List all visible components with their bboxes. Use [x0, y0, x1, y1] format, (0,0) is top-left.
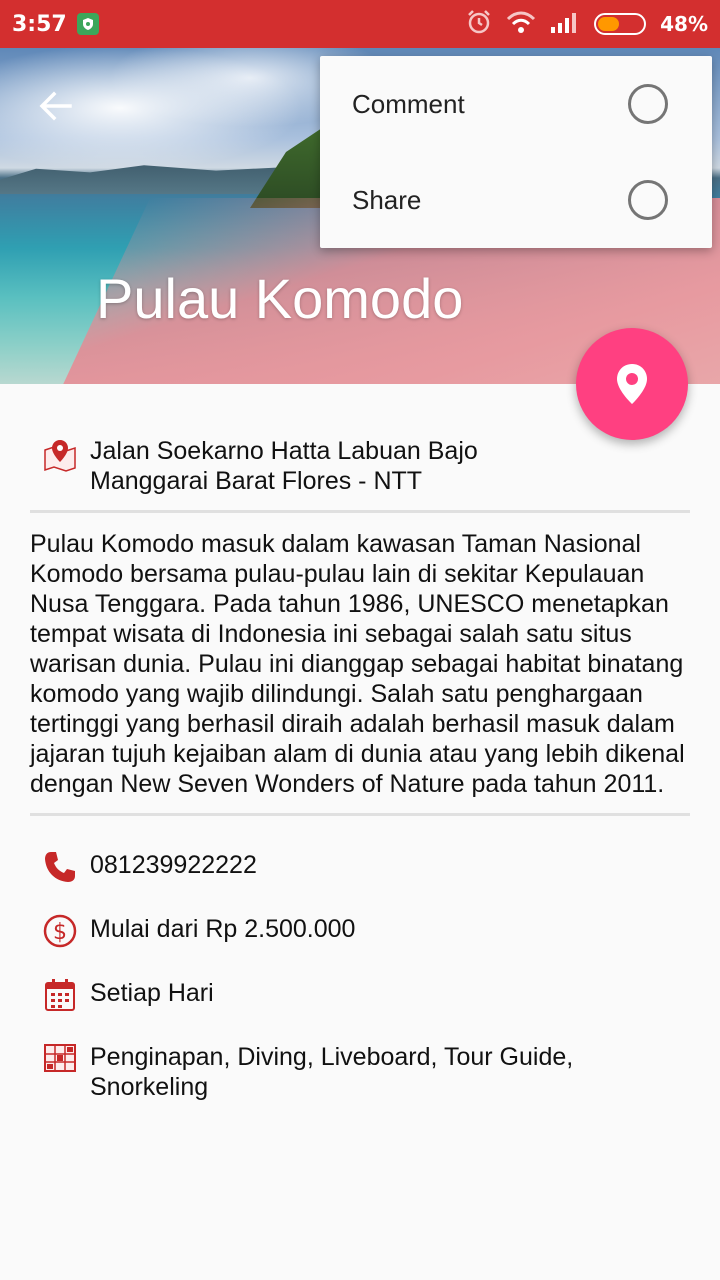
description: Pulau Komodo masuk dalam kawasan Taman N…: [30, 530, 685, 798]
map-pin-icon: [30, 436, 90, 472]
schedule-text: Setiap Hari: [90, 979, 214, 1007]
location-pin-icon: [617, 364, 647, 404]
phone-icon: [30, 850, 90, 884]
battery-fill: [598, 17, 620, 31]
svg-text:$: $: [53, 920, 67, 945]
comment-radio[interactable]: [628, 84, 668, 124]
status-time: 3:57: [12, 11, 67, 37]
facilities-row: Penginapan, Diving, Liveboard, Tour Guid…: [30, 1042, 690, 1102]
page-title: Pulau Komodo: [96, 267, 464, 330]
status-bar: 3:57 48%: [0, 0, 720, 48]
alarm-icon: [466, 9, 492, 39]
facilities-text: Penginapan, Diving, Liveboard, Tour Guid…: [90, 1043, 574, 1101]
back-button[interactable]: [34, 84, 78, 128]
battery-percent: 48%: [660, 12, 708, 36]
schedule-row: Setiap Hari: [30, 978, 690, 1012]
menu-item-label: Share: [352, 184, 422, 215]
battery-icon: [594, 13, 647, 35]
signal-icon: [550, 11, 580, 37]
price-row: $ Mulai dari Rp 2.500.000: [30, 914, 690, 948]
detail-content: Jalan Soekarno Hatta Labuan Bajo Manggar…: [30, 436, 690, 1132]
price-text: Mulai dari Rp 2.500.000: [90, 915, 356, 943]
arrow-back-icon: [39, 91, 72, 121]
info-list: 081239922222 $ Mulai dari Rp 2.500.000 S…: [30, 850, 690, 1102]
address-row: Jalan Soekarno Hatta Labuan Bajo Manggar…: [30, 436, 690, 496]
map-location-button[interactable]: [576, 328, 688, 440]
share-radio[interactable]: [628, 180, 668, 220]
shield-icon: [76, 13, 99, 35]
status-icons: 48%: [466, 9, 708, 39]
divider: [30, 813, 690, 816]
divider: [30, 510, 690, 513]
address-line-2: Manggarai Barat Flores - NTT: [90, 467, 423, 495]
menu-item-label: Comment: [352, 88, 465, 119]
menu-item-comment[interactable]: Comment: [320, 56, 712, 152]
wifi-icon: [506, 10, 536, 38]
address-line-1: Jalan Soekarno Hatta Labuan Bajo: [90, 437, 478, 465]
calendar-icon: [30, 978, 90, 1012]
phone-row[interactable]: 081239922222: [30, 850, 690, 884]
overflow-menu: Comment Share: [320, 56, 712, 248]
facilities-map-icon: [30, 1042, 90, 1074]
menu-item-share[interactable]: Share: [320, 152, 712, 248]
dollar-icon: $: [30, 914, 90, 948]
phone-number: 081239922222: [90, 851, 257, 879]
